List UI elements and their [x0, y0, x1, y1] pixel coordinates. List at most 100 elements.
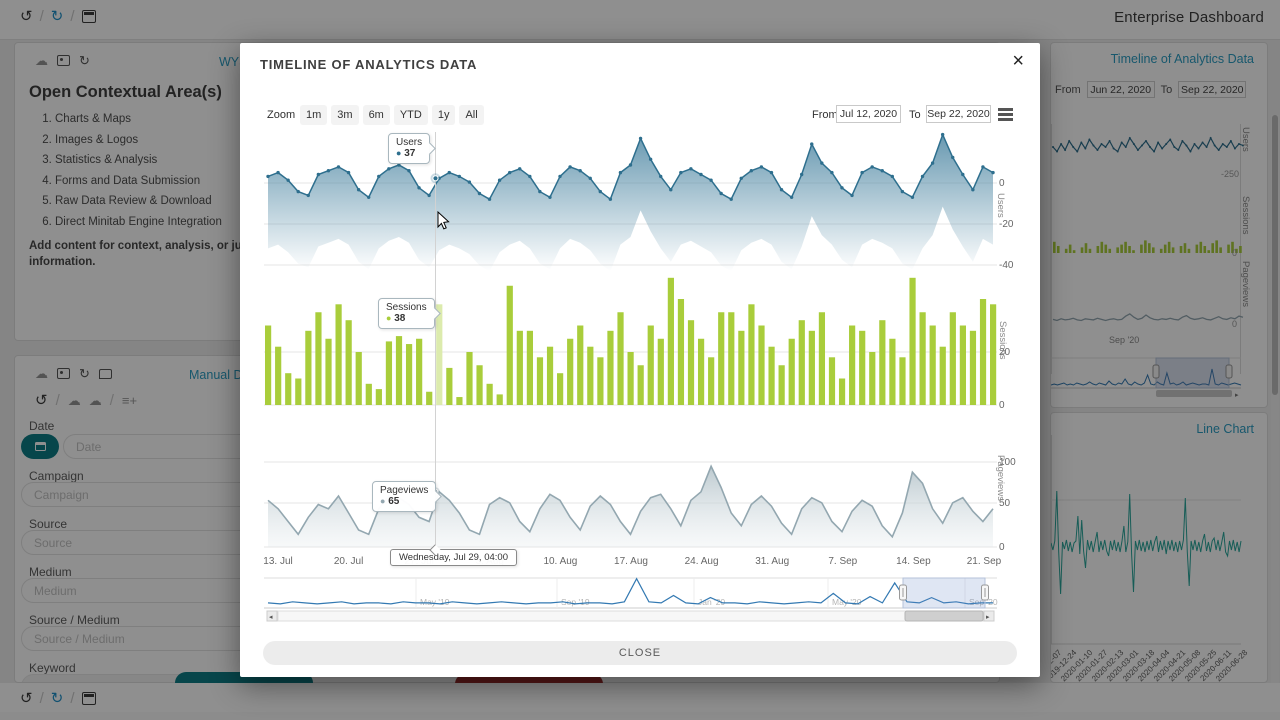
zoom-button-ytd[interactable]: YTD [394, 105, 428, 125]
sessions-bar [335, 304, 341, 405]
users-marker [266, 175, 269, 178]
sessions-bar [446, 368, 452, 405]
users-marker [407, 169, 410, 172]
axis-tick-label: May '19 [420, 597, 450, 607]
users-marker [286, 179, 289, 182]
axis-tick-label: ▸ [986, 614, 990, 621]
users-marker [297, 190, 300, 193]
users-marker [719, 192, 722, 195]
sessions-bar [758, 326, 764, 406]
sessions-bar [859, 331, 865, 405]
sessions-bar [527, 331, 533, 405]
sessions-bar [557, 373, 563, 405]
sessions-bar [990, 304, 996, 405]
sessions-bar [376, 389, 382, 405]
sessions-bar [366, 384, 372, 405]
users-marker [458, 175, 461, 178]
sessions-bar [899, 357, 905, 405]
axis-tick-label: 17. Aug [614, 556, 648, 567]
users-marker [619, 171, 622, 174]
sessions-bar [607, 331, 613, 405]
axis-tick-label: -20 [999, 219, 1014, 230]
sessions-bar [537, 357, 543, 405]
tooltip-value: 65 [388, 496, 399, 507]
axis-tick-label: May '20 [832, 597, 862, 607]
axis-tick-label: 10. Aug [543, 556, 577, 567]
series-dot: ● [380, 496, 385, 506]
users-marker [911, 196, 914, 199]
users-marker [337, 165, 340, 168]
sessions-bar [738, 331, 744, 405]
users-tooltip: Users ● 37 [388, 133, 430, 164]
zoom-button-6m[interactable]: 6m [363, 105, 390, 125]
axis-tick-label: ◂ [269, 614, 273, 621]
users-marker [327, 169, 330, 172]
sessions-bar [779, 365, 785, 405]
chart-menu-icon[interactable] [998, 108, 1013, 123]
sessions-bar [265, 326, 271, 406]
tooltip-value: 37 [404, 148, 415, 159]
sessions-bar [567, 339, 573, 405]
users-marker [558, 175, 561, 178]
main-timeline-chart: 0-20-4020010050013. Jul20. Jul27. Jul3. … [260, 128, 1016, 628]
zoom-button-1m[interactable]: 1m [300, 105, 327, 125]
users-marker [488, 198, 491, 201]
sessions-bar [386, 341, 392, 405]
from-date-input[interactable] [836, 105, 901, 123]
chart-scrollbar-thumb[interactable] [905, 611, 983, 621]
users-marker [961, 173, 964, 176]
users-marker [931, 161, 934, 164]
users-marker [780, 188, 783, 191]
to-label: To [909, 109, 921, 121]
sessions-bar [456, 397, 462, 405]
users-marker [498, 179, 501, 182]
users-marker [448, 171, 451, 174]
users-marker [941, 133, 944, 136]
users-marker [921, 175, 924, 178]
sessions-bar [426, 392, 432, 405]
users-marker [528, 175, 531, 178]
users-marker [609, 198, 612, 201]
users-marker [951, 156, 954, 159]
zoom-button-3m[interactable]: 3m [331, 105, 358, 125]
users-marker [870, 165, 873, 168]
sessions-bar [648, 326, 654, 406]
users-marker [659, 175, 662, 178]
sessions-bar [275, 347, 281, 405]
tooltip-value: 38 [394, 313, 405, 324]
users-marker [740, 177, 743, 180]
users-marker [850, 194, 853, 197]
close-button[interactable]: CLOSE [263, 641, 1017, 665]
users-marker [729, 198, 732, 201]
users-marker [357, 188, 360, 191]
close-icon[interactable]: × [1008, 47, 1028, 75]
sessions-bar [497, 394, 503, 405]
navigator-selection[interactable] [903, 578, 985, 608]
axis-tick-label: 14. Sep [896, 556, 931, 567]
sessions-bar [487, 384, 493, 405]
sessions-bar [688, 320, 694, 405]
sessions-axis-title: Sessions [997, 321, 1008, 360]
sessions-bar [678, 299, 684, 405]
chart-scrollbar-track[interactable] [278, 611, 983, 621]
sessions-bar [507, 286, 513, 405]
users-marker [800, 173, 803, 176]
zoom-button-all[interactable]: All [459, 105, 483, 125]
to-date-input[interactable] [926, 105, 991, 123]
users-axis-title: Users [995, 193, 1006, 218]
users-marker [881, 169, 884, 172]
sessions-bar [930, 326, 936, 406]
users-marker [276, 171, 279, 174]
sessions-bar [839, 379, 845, 406]
sessions-bar [718, 312, 724, 405]
zoom-button-1y[interactable]: 1y [432, 105, 456, 125]
axis-tick-label: 21. Sep [967, 556, 1002, 567]
axis-tick-label: -40 [999, 260, 1014, 271]
timeline-modal: TIMELINE OF ANALYTICS DATA × Zoom 1m3m6m… [240, 43, 1040, 677]
sessions-bar [285, 373, 291, 405]
users-marker [810, 142, 813, 145]
users-marker [830, 171, 833, 174]
sessions-bar [577, 326, 583, 406]
sessions-bar [476, 365, 482, 405]
users-marker [770, 171, 773, 174]
